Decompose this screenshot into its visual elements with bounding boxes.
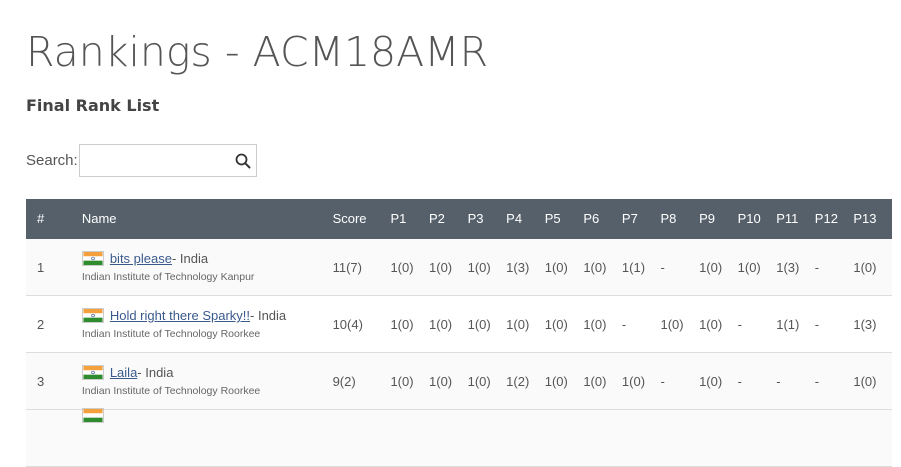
column-header-p8[interactable]: P8 [660,199,700,239]
column-header-p4[interactable]: P4 [506,199,545,239]
problem-cell: 1(0) [544,352,584,410]
problem-cell: - [814,352,854,410]
column-header-p13[interactable]: P13 [853,199,892,239]
problem-cell: - [621,295,661,353]
page-title: Rankings - ACM18AMR [26,28,489,76]
problem-cell: 1(1) [621,238,661,296]
team-link[interactable]: Laila [110,365,137,380]
column-header-p11[interactable]: P11 [776,199,815,239]
problem-cell: - [737,295,777,353]
rank-table: # Name Score P1 P2 P3 P4 P5 P6 P7 P8 P9 … [26,199,892,467]
column-header-score[interactable]: Score [332,199,391,239]
problem-cell: 1(0) [583,295,622,353]
problem-cell: 1(0) [390,295,430,353]
problem-cell: 1(0) [621,352,661,410]
problem-cell: 1(0) [699,352,738,410]
problem-cell: 1(0) [467,352,507,410]
problem-cell: 1(2) [506,352,545,410]
problem-cell: - [660,352,700,410]
problem-cells-hidden [390,409,892,467]
column-header-p12[interactable]: P12 [814,199,854,239]
team-link[interactable]: bits please [110,251,172,266]
team-country: - India [250,308,287,323]
problem-cell: 1(0) [853,238,892,296]
team-institution: Indian Institute of Technology Kanpur [81,271,255,283]
problem-cell: 1(0) [699,295,738,353]
table-header-row: # Name Score P1 P2 P3 P4 P5 P6 P7 P8 P9 … [26,199,892,239]
table-row [26,408,892,467]
problem-cell: 1(0) [506,295,545,353]
search-box[interactable] [78,144,257,177]
problem-cell: 1(0) [429,352,468,410]
problem-cell: 1(0) [467,238,507,296]
search-bar: Search: [26,144,257,177]
team-institution: Indian Institute of Technology Roorkee [81,385,261,397]
column-header-p7[interactable]: P7 [621,199,661,239]
india-flag-icon [81,251,104,266]
problem-cell: 1(0) [699,238,738,296]
column-header-p10[interactable]: P10 [737,199,777,239]
problem-cell: 1(0) [737,238,777,296]
rank-table-container: # Name Score P1 P2 P3 P4 P5 P6 P7 P8 P9 … [26,199,892,467]
table-row: 1 bits please - India Indian Institute o… [26,238,892,296]
search-input[interactable] [79,145,242,176]
table-row: 2 Hold right there Sparky!! - India Indi… [26,295,892,353]
score-cell [332,409,391,467]
rank-cell: 3 [26,352,82,410]
problem-cell: 1(0) [390,238,430,296]
score-cell: 10(4) [332,295,391,353]
team-link[interactable]: Hold right there Sparky!! [110,308,250,323]
column-header-p3[interactable]: P3 [467,199,507,239]
score-cell: 9(2) [332,352,391,410]
name-cell: bits please - India Indian Institute of … [81,238,333,296]
problem-cell: 1(0) [583,352,622,410]
team-country: - India [137,365,174,380]
page-subtitle: Final Rank List [26,96,160,115]
problem-cell: 1(3) [853,295,892,353]
table-row: 3 Laila - India Indian Institute of Tech… [26,352,892,410]
search-label: Search: [26,152,78,169]
rank-cell: 1 [26,238,82,296]
problem-cell: 1(0) [853,352,892,410]
column-header-p6[interactable]: P6 [583,199,622,239]
problem-cell: - [814,295,854,353]
column-header-p1[interactable]: P1 [390,199,430,239]
problem-cell: 1(0) [390,352,430,410]
problem-cell: - [776,352,815,410]
india-flag-icon [81,408,104,423]
problem-cell: - [814,238,854,296]
column-header-p9[interactable]: P9 [699,199,738,239]
team-country: - India [171,251,209,266]
team-institution: Indian Institute of Technology Roorkee [81,328,261,340]
name-cell: Laila - India Indian Institute of Techno… [81,352,333,410]
problem-cell: 1(3) [506,238,545,296]
problem-cell: 1(0) [583,238,622,296]
rank-cell: 2 [26,295,82,353]
problem-cell: - [660,238,700,296]
india-flag-icon [81,365,104,380]
name-cell: Hold right there Sparky!! - India Indian… [81,295,333,353]
problem-cell: 1(3) [776,238,815,296]
score-cell: 11(7) [332,238,391,296]
search-icon[interactable] [235,153,251,169]
rank-cell [26,409,82,467]
problem-cell: 1(0) [467,295,507,353]
problem-cell: 1(0) [660,295,700,353]
problem-cell: 1(0) [429,295,468,353]
india-flag-icon [81,308,104,323]
column-header-p5[interactable]: P5 [544,199,584,239]
problem-cell: 1(0) [544,295,584,353]
name-cell [81,408,333,467]
column-header-name[interactable]: Name [81,199,333,239]
problem-cell: 1(0) [429,238,468,296]
problem-cell: 1(0) [544,238,584,296]
problem-cell: - [737,352,777,410]
column-header-rank[interactable]: # [26,199,82,239]
column-header-p2[interactable]: P2 [429,199,468,239]
problem-cell: 1(1) [776,295,815,353]
